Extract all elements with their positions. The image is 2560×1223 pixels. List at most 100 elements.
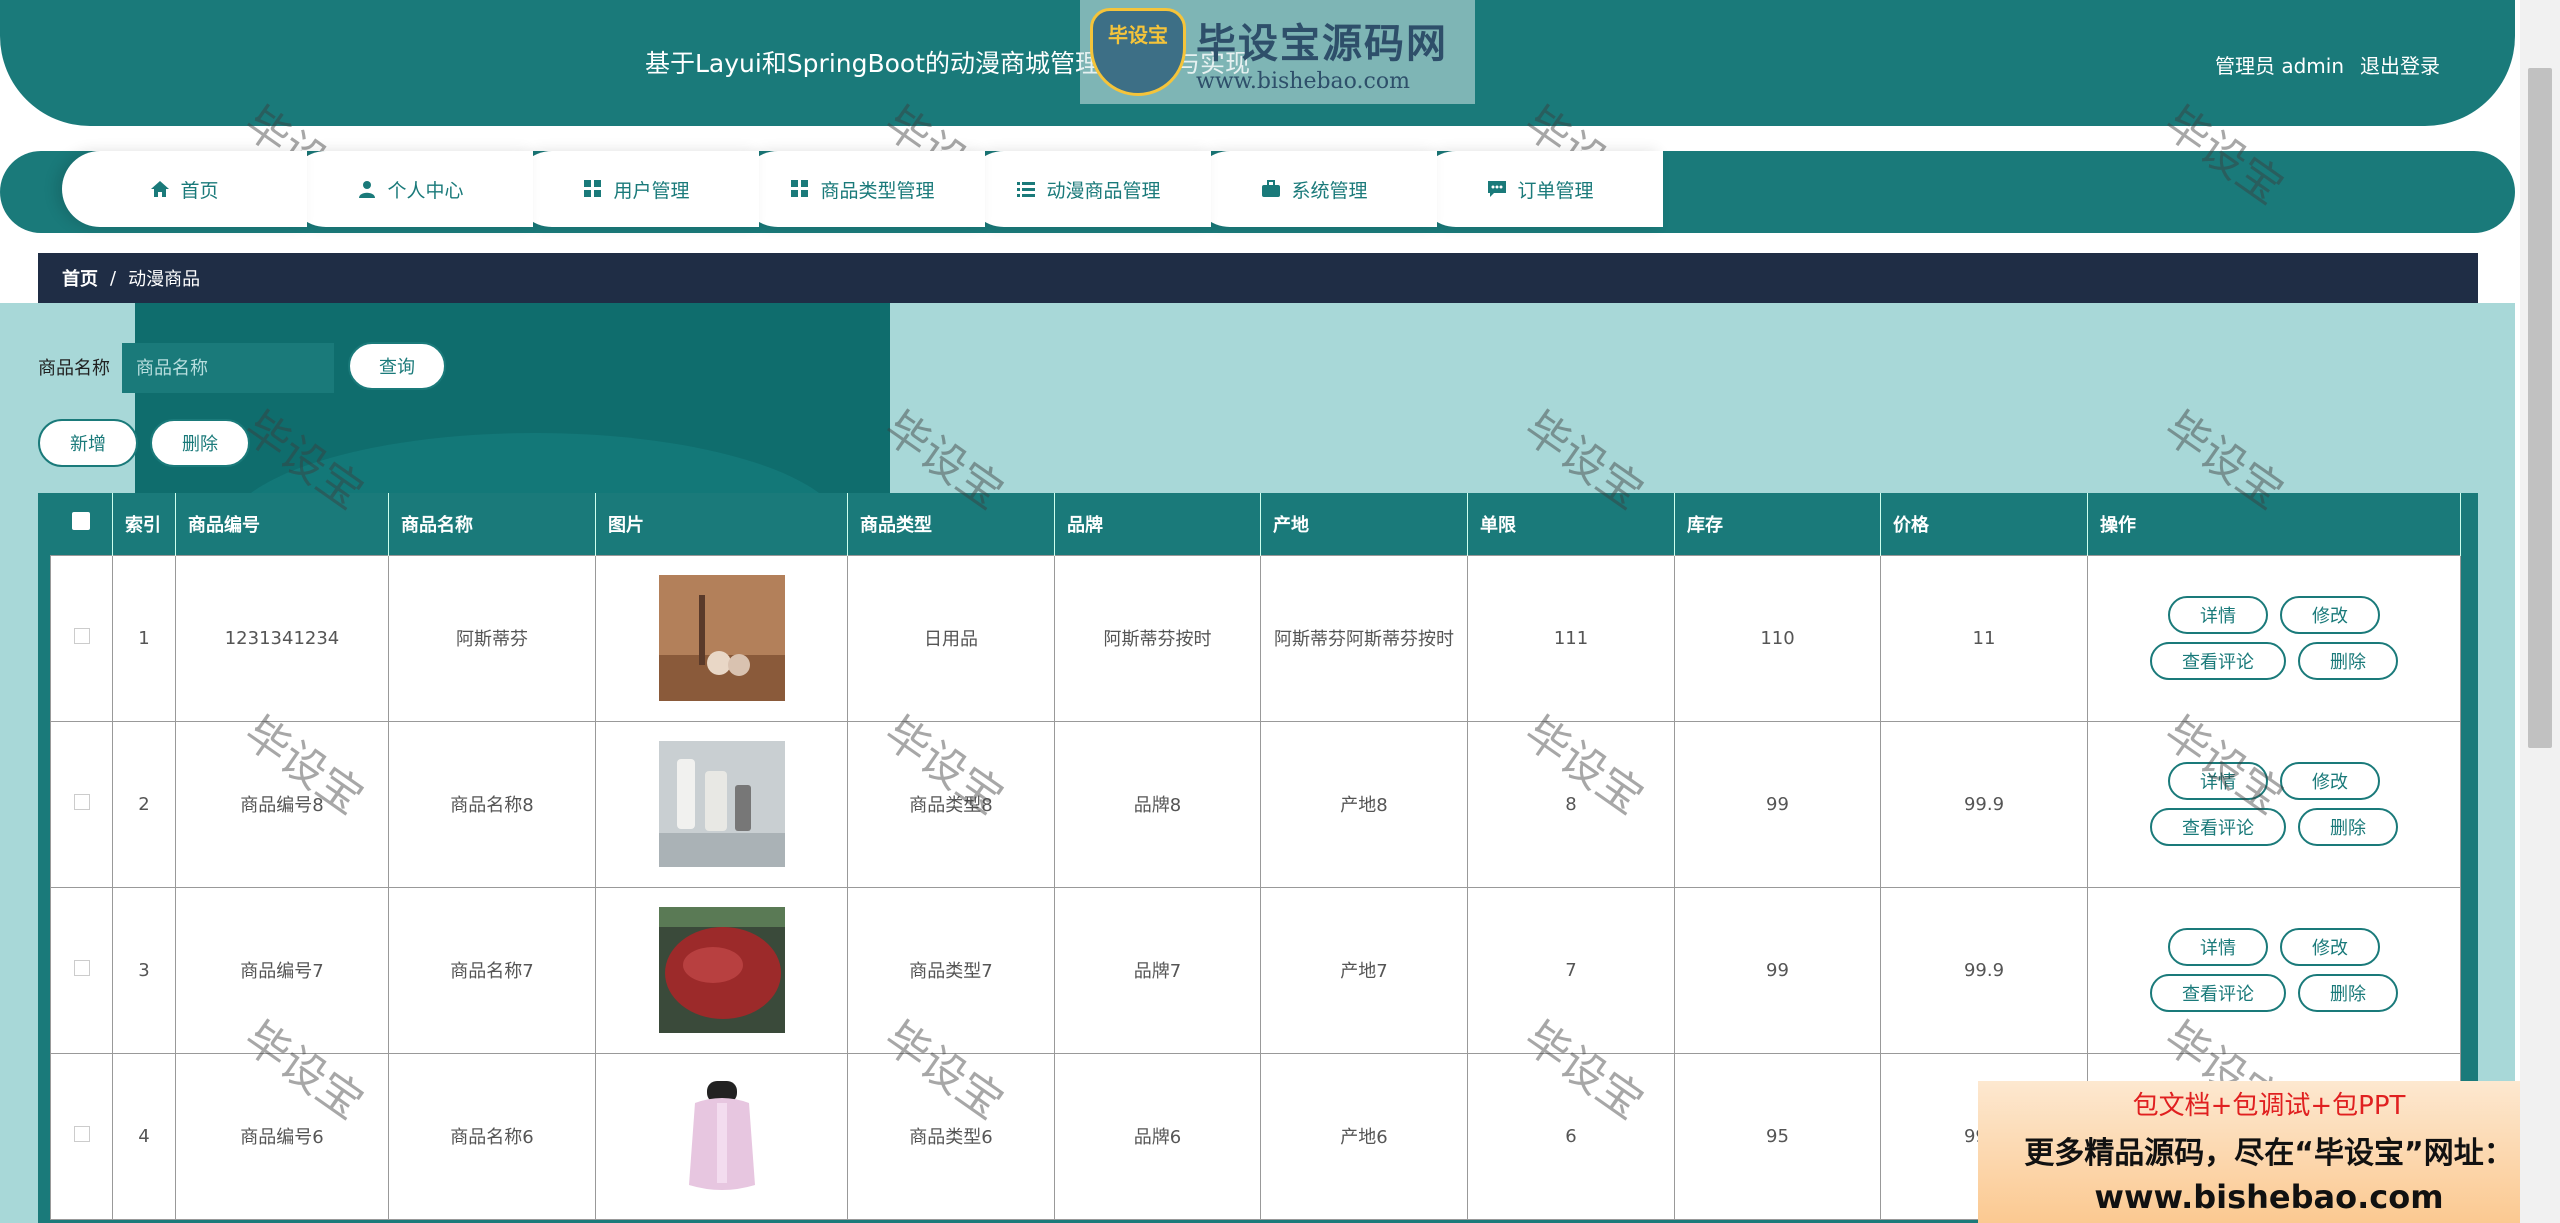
cell-limit: 111	[1467, 554, 1675, 722]
cell-image	[595, 886, 848, 1054]
cell-brand: 品牌8	[1054, 720, 1261, 888]
detail-button[interactable]: 详情	[2168, 762, 2268, 800]
cell-stock: 95	[1674, 1052, 1881, 1220]
grid-icon	[790, 179, 810, 199]
cell-name: 阿斯蒂芬	[388, 554, 596, 722]
column-header: 品牌	[1054, 493, 1261, 555]
cell-image	[595, 554, 848, 722]
cell-index: 2	[112, 720, 176, 888]
row-checkbox[interactable]	[50, 1052, 113, 1220]
briefcase-icon	[1261, 179, 1281, 199]
table-header-row: 索引 商品编号 商品名称 图片 商品类型 品牌 产地 单限 库存 价格 操作	[50, 493, 2461, 555]
nav-item-users[interactable]: 用户管理	[514, 151, 759, 227]
view-comments-button[interactable]: 查看评论	[2150, 642, 2286, 680]
nav-item-orders[interactable]: 订单管理	[1418, 151, 1663, 227]
site-title: 基于Layui和SpringBoot的动漫商城管理的设计与实现	[644, 49, 1251, 78]
view-comments-button[interactable]: 查看评论	[2150, 974, 2286, 1012]
view-comments-button[interactable]: 查看评论	[2150, 808, 2286, 846]
cell-limit: 6	[1467, 1052, 1675, 1220]
scrollbar-thumb[interactable]	[2528, 68, 2552, 748]
grid-icon	[583, 179, 603, 199]
cell-operations: 详情 修改 查看评论 删除	[2087, 720, 2461, 888]
cell-price: 99.9	[1880, 720, 2088, 888]
row-delete-button[interactable]: 删除	[2298, 974, 2398, 1012]
main-nav: 首页 个人中心 用户管理 商品类型管理 动漫商品管理 系统管理 订单管理	[62, 151, 1663, 227]
row-checkbox[interactable]	[50, 720, 113, 888]
detail-button[interactable]: 详情	[2168, 928, 2268, 966]
nav-item-home[interactable]: 首页	[62, 151, 307, 227]
edit-button[interactable]: 修改	[2280, 928, 2380, 966]
cell-brand: 品牌6	[1054, 1052, 1261, 1220]
cell-origin: 产地8	[1260, 720, 1468, 888]
nav-item-category[interactable]: 商品类型管理	[740, 151, 985, 227]
search-input[interactable]	[122, 343, 334, 393]
breadcrumb-current: 动漫商品	[128, 269, 201, 290]
edit-button[interactable]: 修改	[2280, 762, 2380, 800]
cell-name: 商品名称7	[388, 886, 596, 1054]
row-checkbox[interactable]	[50, 554, 113, 722]
promo-line-2: 更多精品源码，尽在“毕设宝”网址：	[2024, 1136, 2514, 1171]
cell-index: 1	[112, 554, 176, 722]
cell-operations: 详情 修改 查看评论 删除	[2087, 886, 2461, 1054]
nav-label: 用户管理	[613, 179, 690, 202]
user-info: 管理员 admin 退出登录	[2215, 50, 2440, 79]
edit-button[interactable]: 修改	[2280, 596, 2380, 634]
delete-button[interactable]: 删除	[150, 419, 250, 467]
cell-type: 商品类型7	[847, 886, 1055, 1054]
select-all-checkbox[interactable]	[50, 493, 113, 555]
breadcrumb: 首页 / 动漫商品	[38, 253, 2478, 303]
logout-link[interactable]: 退出登录	[2360, 50, 2440, 79]
cell-code: 1231341234	[175, 554, 389, 722]
cell-index: 4	[112, 1052, 176, 1220]
cell-code: 商品编号8	[175, 720, 389, 888]
row-delete-button[interactable]: 删除	[2298, 642, 2398, 680]
search-button[interactable]: 查询	[348, 342, 446, 390]
search-label: 商品名称	[38, 358, 110, 379]
brand-url: www.bishebao.com	[1196, 68, 1410, 94]
table-row: 1 1231341234 阿斯蒂芬 日用品 阿斯蒂芬按时 阿斯蒂芬阿斯蒂芬按时 …	[50, 554, 2461, 722]
cell-origin: 阿斯蒂芬阿斯蒂芬按时	[1260, 554, 1468, 722]
nav-item-system[interactable]: 系统管理	[1192, 151, 1437, 227]
column-header: 价格	[1880, 493, 2088, 555]
column-header: 商品编号	[175, 493, 389, 555]
nav-label: 订单管理	[1517, 179, 1594, 202]
table-row: 3 商品编号7 商品名称7 商品类型7 品牌7 产地7 7 99 99.9 详情…	[50, 886, 2461, 1054]
column-header: 商品类型	[847, 493, 1055, 555]
row-checkbox[interactable]	[50, 886, 113, 1054]
nav-item-profile[interactable]: 个人中心	[288, 151, 533, 227]
shield-logo-icon: 毕设宝	[1090, 8, 1186, 96]
decorative-block	[135, 303, 890, 493]
cell-origin: 产地6	[1260, 1052, 1468, 1220]
cell-name: 商品名称6	[388, 1052, 596, 1220]
product-thumbnail	[658, 1073, 785, 1199]
page-scrollbar[interactable]	[2520, 0, 2560, 1223]
promo-banner: 包文档+包调试+包PPT 更多精品源码，尽在“毕设宝”网址： www.bishe…	[1978, 1081, 2560, 1223]
cell-type: 商品类型6	[847, 1052, 1055, 1220]
nav-label: 个人中心	[387, 179, 464, 202]
cell-brand: 阿斯蒂芬按时	[1054, 554, 1261, 722]
cell-stock: 110	[1674, 554, 1881, 722]
cell-type: 日用品	[847, 554, 1055, 722]
breadcrumb-home[interactable]: 首页	[62, 265, 98, 291]
cell-code: 商品编号7	[175, 886, 389, 1054]
cell-brand: 品牌7	[1054, 886, 1261, 1054]
cell-price: 11	[1880, 554, 2088, 722]
admin-label: 管理员 admin	[2214, 54, 2344, 78]
user-icon	[357, 179, 377, 199]
column-header: 操作	[2087, 493, 2461, 555]
row-delete-button[interactable]: 删除	[2298, 808, 2398, 846]
nav-label: 商品类型管理	[820, 179, 935, 202]
cell-stock: 99	[1674, 886, 1881, 1054]
column-header: 单限	[1467, 493, 1675, 555]
breadcrumb-separator: /	[110, 267, 117, 289]
cell-index: 3	[112, 886, 176, 1054]
nav-item-anime-products[interactable]: 动漫商品管理	[966, 151, 1211, 227]
add-button[interactable]: 新增	[38, 419, 138, 467]
list-icon	[1016, 179, 1036, 199]
brand-name: 毕设宝源码网	[1196, 20, 1448, 67]
detail-button[interactable]: 详情	[2168, 596, 2268, 634]
cell-origin: 产地7	[1260, 886, 1468, 1054]
product-thumbnail	[658, 907, 785, 1033]
product-thumbnail	[658, 575, 785, 701]
column-header: 图片	[595, 493, 848, 555]
